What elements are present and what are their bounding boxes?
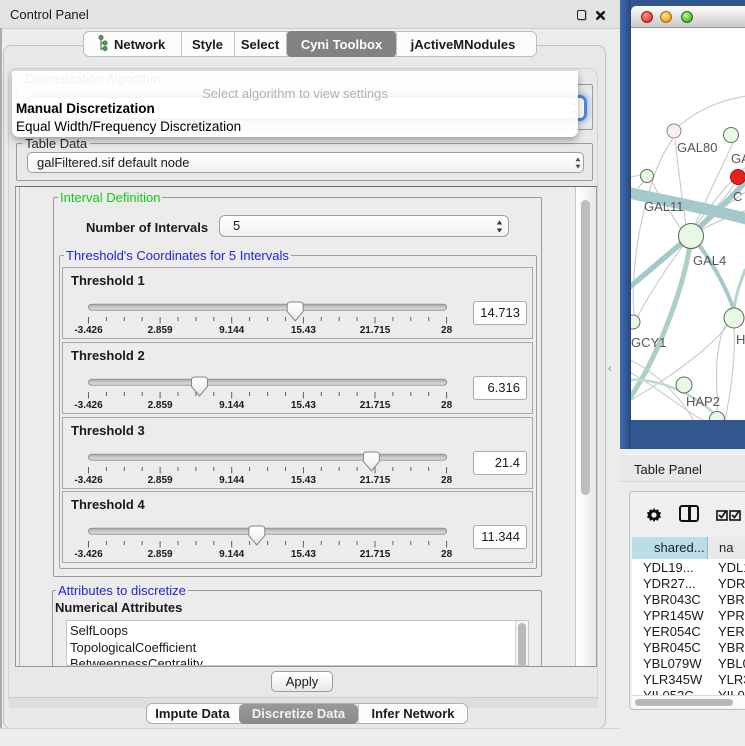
- svg-text:15.43: 15.43: [291, 325, 316, 336]
- svg-text:-3.426: -3.426: [74, 549, 103, 560]
- svg-text:2.859: 2.859: [148, 325, 173, 336]
- svg-text:GAL80: GAL80: [677, 140, 717, 155]
- svg-text:15.43: 15.43: [291, 475, 316, 486]
- svg-text:9.144: 9.144: [219, 400, 244, 411]
- svg-text:-3.426: -3.426: [74, 475, 103, 486]
- svg-text:15.43: 15.43: [291, 400, 316, 411]
- svg-text:28: 28: [441, 325, 453, 336]
- svg-text:GAL11: GAL11: [644, 199, 684, 214]
- svg-text:H: H: [736, 332, 745, 347]
- svg-text:2.859: 2.859: [148, 475, 173, 486]
- svg-text:GA: GA: [731, 151, 745, 166]
- svg-text:-3.426: -3.426: [74, 400, 103, 411]
- svg-text:2.859: 2.859: [148, 549, 173, 560]
- svg-text:C: C: [733, 189, 742, 204]
- svg-text:28: 28: [441, 549, 453, 560]
- svg-text:9.144: 9.144: [219, 325, 244, 336]
- svg-text:15.43: 15.43: [291, 549, 316, 560]
- svg-text:21.715: 21.715: [360, 325, 391, 336]
- svg-text:GCY1: GCY1: [631, 335, 666, 350]
- svg-text:21.715: 21.715: [360, 475, 391, 486]
- svg-text:GAL4: GAL4: [693, 253, 726, 268]
- svg-text:21.715: 21.715: [360, 549, 391, 560]
- svg-text:-3.426: -3.426: [74, 325, 103, 336]
- svg-text:9.144: 9.144: [219, 475, 244, 486]
- svg-text:28: 28: [441, 400, 453, 411]
- svg-text:2.859: 2.859: [148, 400, 173, 411]
- svg-text:28: 28: [441, 475, 453, 486]
- svg-text:21.715: 21.715: [360, 400, 391, 411]
- svg-text:9.144: 9.144: [219, 549, 244, 560]
- svg-text:HAP2: HAP2: [686, 394, 720, 409]
